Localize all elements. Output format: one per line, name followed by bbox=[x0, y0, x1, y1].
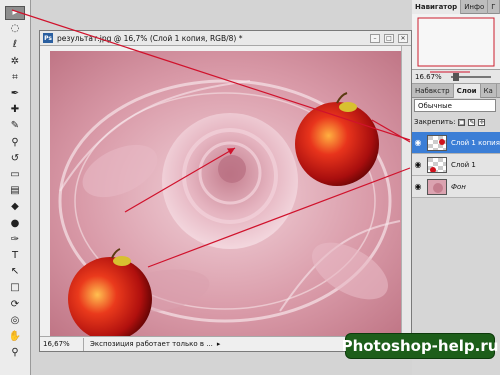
status-message: Экспозиция работает только в ... bbox=[90, 340, 213, 348]
navigator-zoom-row: 16.67% bbox=[412, 70, 500, 84]
eye-icon[interactable]: ◉ bbox=[412, 160, 424, 169]
layer-name: Слой 1 bbox=[451, 160, 476, 169]
zoom-tool[interactable]: ⚲ bbox=[5, 346, 25, 360]
type-tool[interactable]: T bbox=[5, 249, 25, 263]
navigator-tabbar: Навигатор Инфо Г bbox=[412, 0, 500, 14]
3d-orbit-tool[interactable]: ◎ bbox=[5, 314, 25, 328]
layers-tabbar: Набвкстр Слои Ка bbox=[412, 84, 500, 98]
healing-brush-tool[interactable]: ✚ bbox=[5, 103, 25, 117]
minimize-button[interactable]: – bbox=[370, 34, 380, 43]
navigator-zoom-slider[interactable] bbox=[451, 72, 491, 81]
tab-histogram[interactable]: Г bbox=[488, 0, 500, 14]
clone-stamp-tool[interactable]: ⚲ bbox=[5, 136, 25, 150]
document-window: Ps результат.jpg @ 16,7% (Слой 1 копия, … bbox=[39, 30, 412, 352]
apple-bottom-highlight bbox=[113, 256, 131, 266]
gradient-tool[interactable]: ▤ bbox=[5, 184, 25, 198]
layer-thumbnail bbox=[427, 156, 447, 173]
maximize-button[interactable]: □ bbox=[384, 34, 394, 43]
navigator-preview[interactable] bbox=[412, 14, 500, 70]
layer-thumbnail bbox=[427, 134, 447, 151]
tab-info[interactable]: Инфо bbox=[461, 0, 489, 14]
right-panels: Навигатор Инфо Г 16.67% Набвкстр Слои Ка… bbox=[412, 0, 500, 375]
navigator-zoom-value[interactable]: 16.67% bbox=[415, 73, 445, 81]
eraser-tool[interactable]: ▭ bbox=[5, 168, 25, 182]
blur-tool[interactable]: ◆ bbox=[5, 200, 25, 214]
brush-tool[interactable]: ✎ bbox=[5, 119, 25, 133]
pen-tool[interactable]: ✑ bbox=[5, 233, 25, 247]
lock-pixels-icon[interactable]: ✎ bbox=[468, 118, 476, 126]
eyedropper-tool[interactable]: ✒ bbox=[5, 87, 25, 101]
hand-tool[interactable]: ✋ bbox=[5, 330, 25, 344]
lock-transparency-icon[interactable]: □ bbox=[458, 118, 466, 126]
layer-name: Слой 1 копия bbox=[451, 138, 500, 147]
photoshop-icon: Ps bbox=[43, 33, 53, 43]
window-controls: – □ ✕ bbox=[370, 34, 408, 43]
rose-center bbox=[218, 155, 246, 183]
vertical-scrollbar[interactable] bbox=[401, 46, 411, 337]
document-title-bar[interactable]: Ps результат.jpg @ 16,7% (Слой 1 копия, … bbox=[40, 31, 411, 46]
layer-row-1[interactable]: ◉ Слой 1 bbox=[412, 154, 500, 176]
tab-navigator[interactable]: Навигатор bbox=[412, 0, 462, 14]
lock-row: Закрепить: □ ✎ ✛ bbox=[414, 116, 498, 128]
tab-layers[interactable]: Слои bbox=[453, 84, 481, 98]
tab-styles[interactable]: Набвкстр bbox=[412, 84, 454, 98]
layer-row-copy[interactable]: ◉ Слой 1 копия bbox=[412, 132, 500, 154]
lock-position-icon[interactable]: ✛ bbox=[478, 118, 486, 126]
crop-tool[interactable]: ⌗ bbox=[5, 71, 25, 85]
status-zoom[interactable]: 16,67% bbox=[40, 337, 84, 351]
layer-thumbnail bbox=[427, 178, 447, 195]
watermark-logo: Photoshop-help.ru bbox=[342, 333, 498, 359]
eye-icon[interactable]: ◉ bbox=[412, 182, 424, 191]
layer-name: Фон bbox=[451, 182, 466, 191]
path-selection-tool[interactable]: ↖ bbox=[5, 265, 25, 279]
apple-top-highlight bbox=[339, 102, 357, 112]
close-button[interactable]: ✕ bbox=[398, 34, 408, 43]
magic-wand-tool[interactable]: ✲ bbox=[5, 55, 25, 69]
status-menu-arrow-icon[interactable]: ▸ bbox=[217, 340, 221, 348]
marquee-tool[interactable]: ◌ bbox=[5, 22, 25, 36]
dodge-tool[interactable]: ● bbox=[5, 217, 25, 231]
layer-row-background[interactable]: ◉ Фон bbox=[412, 176, 500, 198]
lock-label: Закрепить: bbox=[414, 118, 456, 126]
navigator-view-box bbox=[417, 17, 495, 67]
slider-knob[interactable] bbox=[453, 72, 459, 81]
shape-tool[interactable]: □ bbox=[5, 281, 25, 295]
move-tool[interactable]: ▸ bbox=[5, 6, 25, 20]
apple-top bbox=[295, 102, 379, 186]
lasso-tool[interactable]: ℓ bbox=[5, 38, 25, 52]
3d-rotate-tool[interactable]: ⟳ bbox=[5, 298, 25, 312]
blend-mode-select[interactable]: Обычные bbox=[414, 99, 496, 112]
tools-panel: ▸ ◌ ℓ ✲ ⌗ ✒ ✚ ✎ ⚲ ↺ ▭ ▤ ◆ ● ✑ T ↖ □ ⟳ ◎ ✋ ⚲ bbox=[0, 0, 31, 375]
canvas-artwork bbox=[50, 51, 403, 336]
history-brush-tool[interactable]: ↺ bbox=[5, 152, 25, 166]
image-canvas[interactable] bbox=[50, 51, 403, 336]
tab-channels[interactable]: Ка bbox=[481, 84, 497, 98]
document-title: результат.jpg @ 16,7% (Слой 1 копия, RGB… bbox=[57, 33, 243, 43]
eye-icon[interactable]: ◉ bbox=[412, 138, 424, 147]
